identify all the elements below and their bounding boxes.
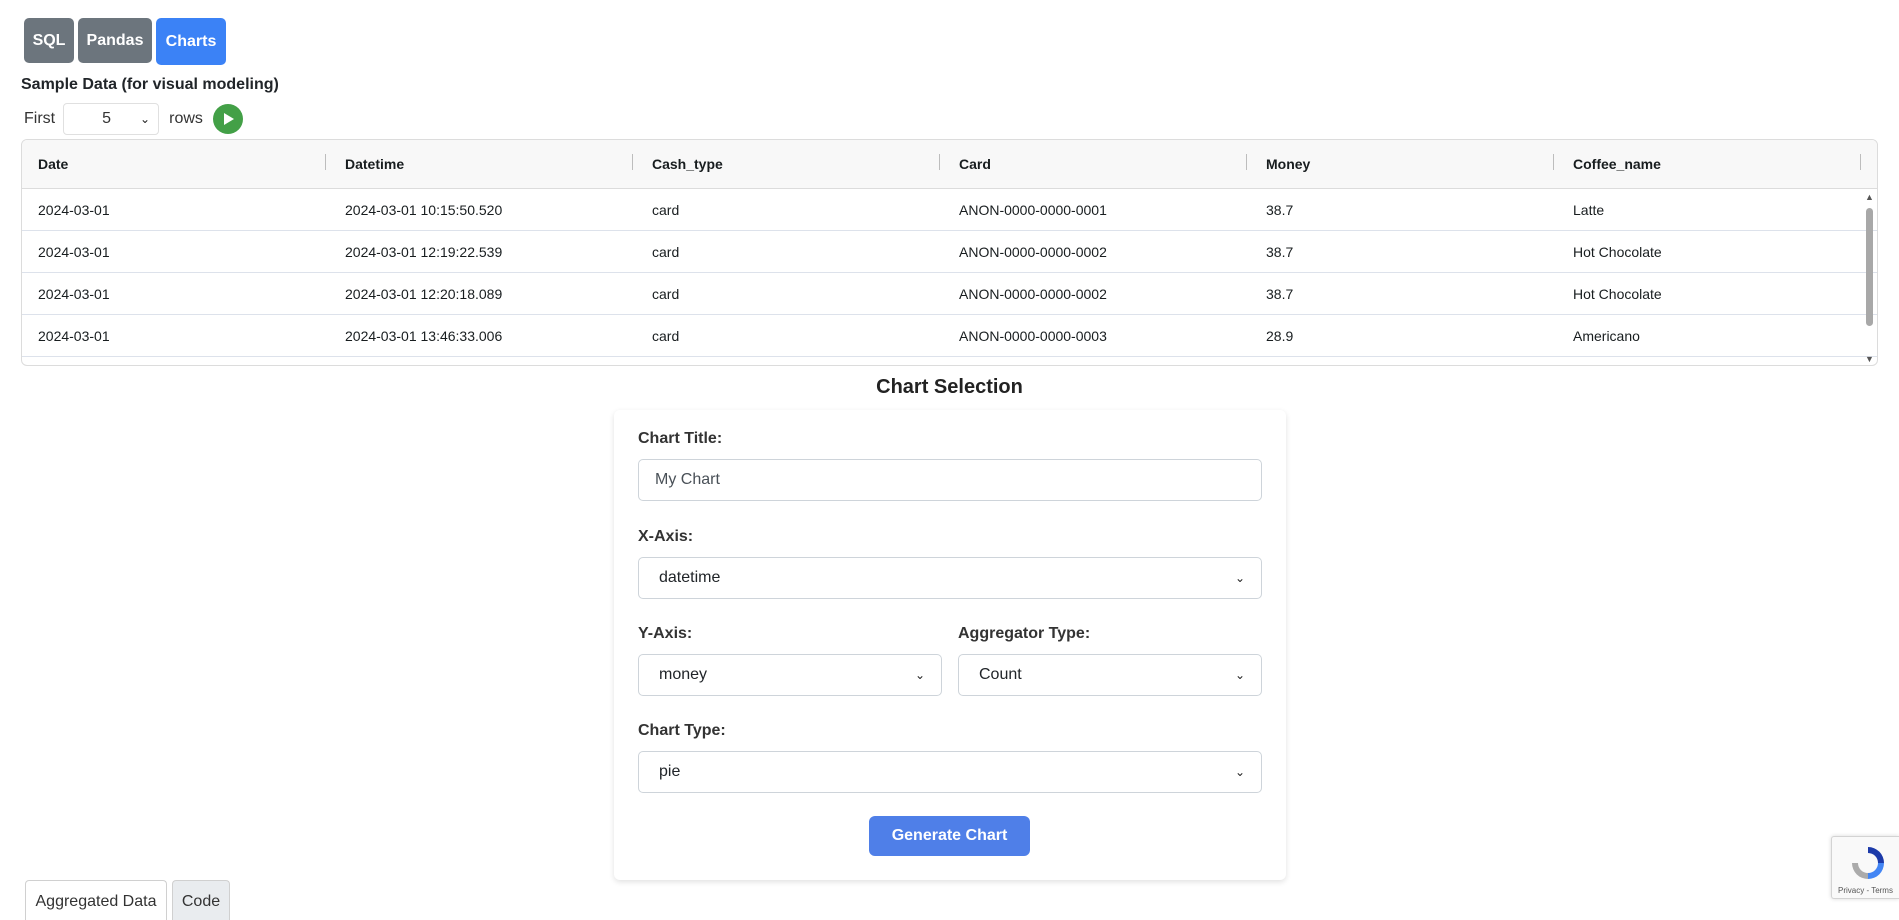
scroll-thumb[interactable] [1866, 208, 1873, 326]
x-axis-select[interactable]: datetime ⌄ [638, 557, 1262, 599]
first-label: First [24, 110, 56, 127]
header-date[interactable]: Date [22, 154, 329, 172]
scroll-down-icon[interactable]: ▼ [1865, 354, 1874, 364]
chevron-down-icon: ⌄ [140, 112, 151, 126]
header-datetime[interactable]: Datetime [329, 154, 636, 172]
table-cell: 2024-03-01 13:46:33.006 [345, 327, 503, 344]
table-cell: Hot Chocolate [1573, 285, 1662, 302]
table-cell: 2024-03-01 [38, 243, 110, 260]
aggregator-type-select[interactable]: Count ⌄ [958, 654, 1262, 696]
aggregator-type-label: Aggregator Type: [958, 625, 1091, 642]
tab-charts[interactable]: Charts [156, 18, 226, 65]
table-cell: ANON-0000-0000-0001 [959, 201, 1107, 218]
sample-data-title: Sample Data (for visual modeling) [21, 76, 279, 93]
table-cell: ANON-0000-0000-0002 [959, 243, 1107, 260]
rows-select-value: 5 [102, 110, 112, 127]
run-button[interactable] [212, 104, 243, 134]
table-row[interactable]: 2024-03-01 2024-03-01 13:46:33.006 card … [22, 315, 1877, 357]
table-cell: card [652, 243, 680, 260]
generate-chart-button[interactable]: Generate Chart [869, 816, 1030, 856]
chevron-down-icon: ⌄ [914, 668, 925, 682]
tab-aggregated-data[interactable]: Aggregated Data [25, 880, 167, 920]
table-cell: 2024-03-01 12:20:18.089 [345, 285, 503, 302]
chevron-down-icon: ⌄ [1234, 571, 1245, 585]
table-cell: 2024-03-01 [38, 201, 110, 218]
grid-scrollbar[interactable]: ▲ ▼ [1863, 190, 1875, 364]
recaptcha-icon [1852, 847, 1884, 879]
tab-sql[interactable]: SQL [24, 18, 74, 63]
table-cell: 2024-03-01 [38, 285, 110, 302]
table-cell: 2024-03-01 10:15:50.520 [345, 201, 503, 218]
chart-title-input[interactable]: My Chart [638, 459, 1262, 501]
header-money[interactable]: Money [1250, 154, 1557, 172]
chevron-down-icon: ⌄ [1234, 668, 1245, 682]
table-cell: ANON-0000-0000-0002 [959, 285, 1107, 302]
table-cell: 38.7 [1266, 285, 1294, 302]
table-cell: 38.7 [1266, 243, 1294, 260]
table-cell: 2024-03-01 [38, 327, 110, 344]
x-axis-select-value: datetime [659, 569, 721, 586]
chevron-down-icon: ⌄ [1234, 765, 1245, 779]
table-cell: Americano [1573, 327, 1640, 344]
tab-code[interactable]: Code [172, 880, 230, 920]
aggregator-type-select-value: Count [979, 666, 1022, 683]
grid-header: Date Datetime Cash_type Card Money Coffe… [22, 140, 1877, 189]
y-axis-select[interactable]: money ⌄ [638, 654, 942, 696]
row-count-control: First 5 ⌄ rows [24, 103, 243, 135]
table-row[interactable]: 2024-03-01 2024-03-01 12:19:22.539 card … [22, 231, 1877, 273]
y-axis-select-value: money [659, 666, 708, 683]
table-row[interactable]: 2024-03-01 2024-03-01 10:15:50.520 card … [22, 189, 1877, 231]
chart-selection-panel: Chart Title: My Chart X-Axis: datetime ⌄… [614, 410, 1286, 880]
header-coffee-name[interactable]: Coffee_name [1557, 154, 1864, 172]
tab-pandas[interactable]: Pandas [78, 18, 152, 63]
play-icon [223, 113, 234, 125]
table-row[interactable]: 2024-03-01 2024-03-01 12:20:18.089 card … [22, 273, 1877, 315]
table-cell: card [652, 201, 680, 218]
table-cell: Latte [1573, 201, 1605, 218]
table-cell: Hot Chocolate [1573, 243, 1662, 260]
chart-type-select[interactable]: pie ⌄ [638, 751, 1262, 793]
header-card[interactable]: Card [943, 154, 1250, 172]
chart-title-label: Chart Title: [638, 430, 723, 447]
table-cell: ANON-0000-0000-0003 [959, 327, 1107, 344]
table-cell: card [652, 285, 680, 302]
table-cell: card [652, 327, 680, 344]
recaptcha-links[interactable]: Privacy - Terms [1838, 886, 1893, 895]
chart-type-label: Chart Type: [638, 722, 726, 739]
top-tabs: SQL Pandas Charts [24, 18, 226, 65]
chart-type-select-value: pie [659, 763, 681, 780]
rows-label: rows [169, 110, 203, 127]
x-axis-label: X-Axis: [638, 528, 694, 545]
y-axis-label: Y-Axis: [638, 625, 693, 642]
table-cell: 2024-03-01 12:19:22.539 [345, 243, 503, 260]
recaptcha-badge[interactable]: Privacy - Terms [1831, 836, 1899, 899]
chart-selection-heading: Chart Selection [876, 376, 1023, 398]
rows-select[interactable]: 5 ⌄ [63, 103, 160, 135]
table-cell: 28.9 [1266, 327, 1294, 344]
scroll-up-icon[interactable]: ▲ [1865, 192, 1874, 202]
header-cash-type[interactable]: Cash_type [636, 154, 943, 172]
sample-data-grid: Date Datetime Cash_type Card Money Coffe… [21, 139, 1878, 366]
table-cell: 38.7 [1266, 201, 1294, 218]
